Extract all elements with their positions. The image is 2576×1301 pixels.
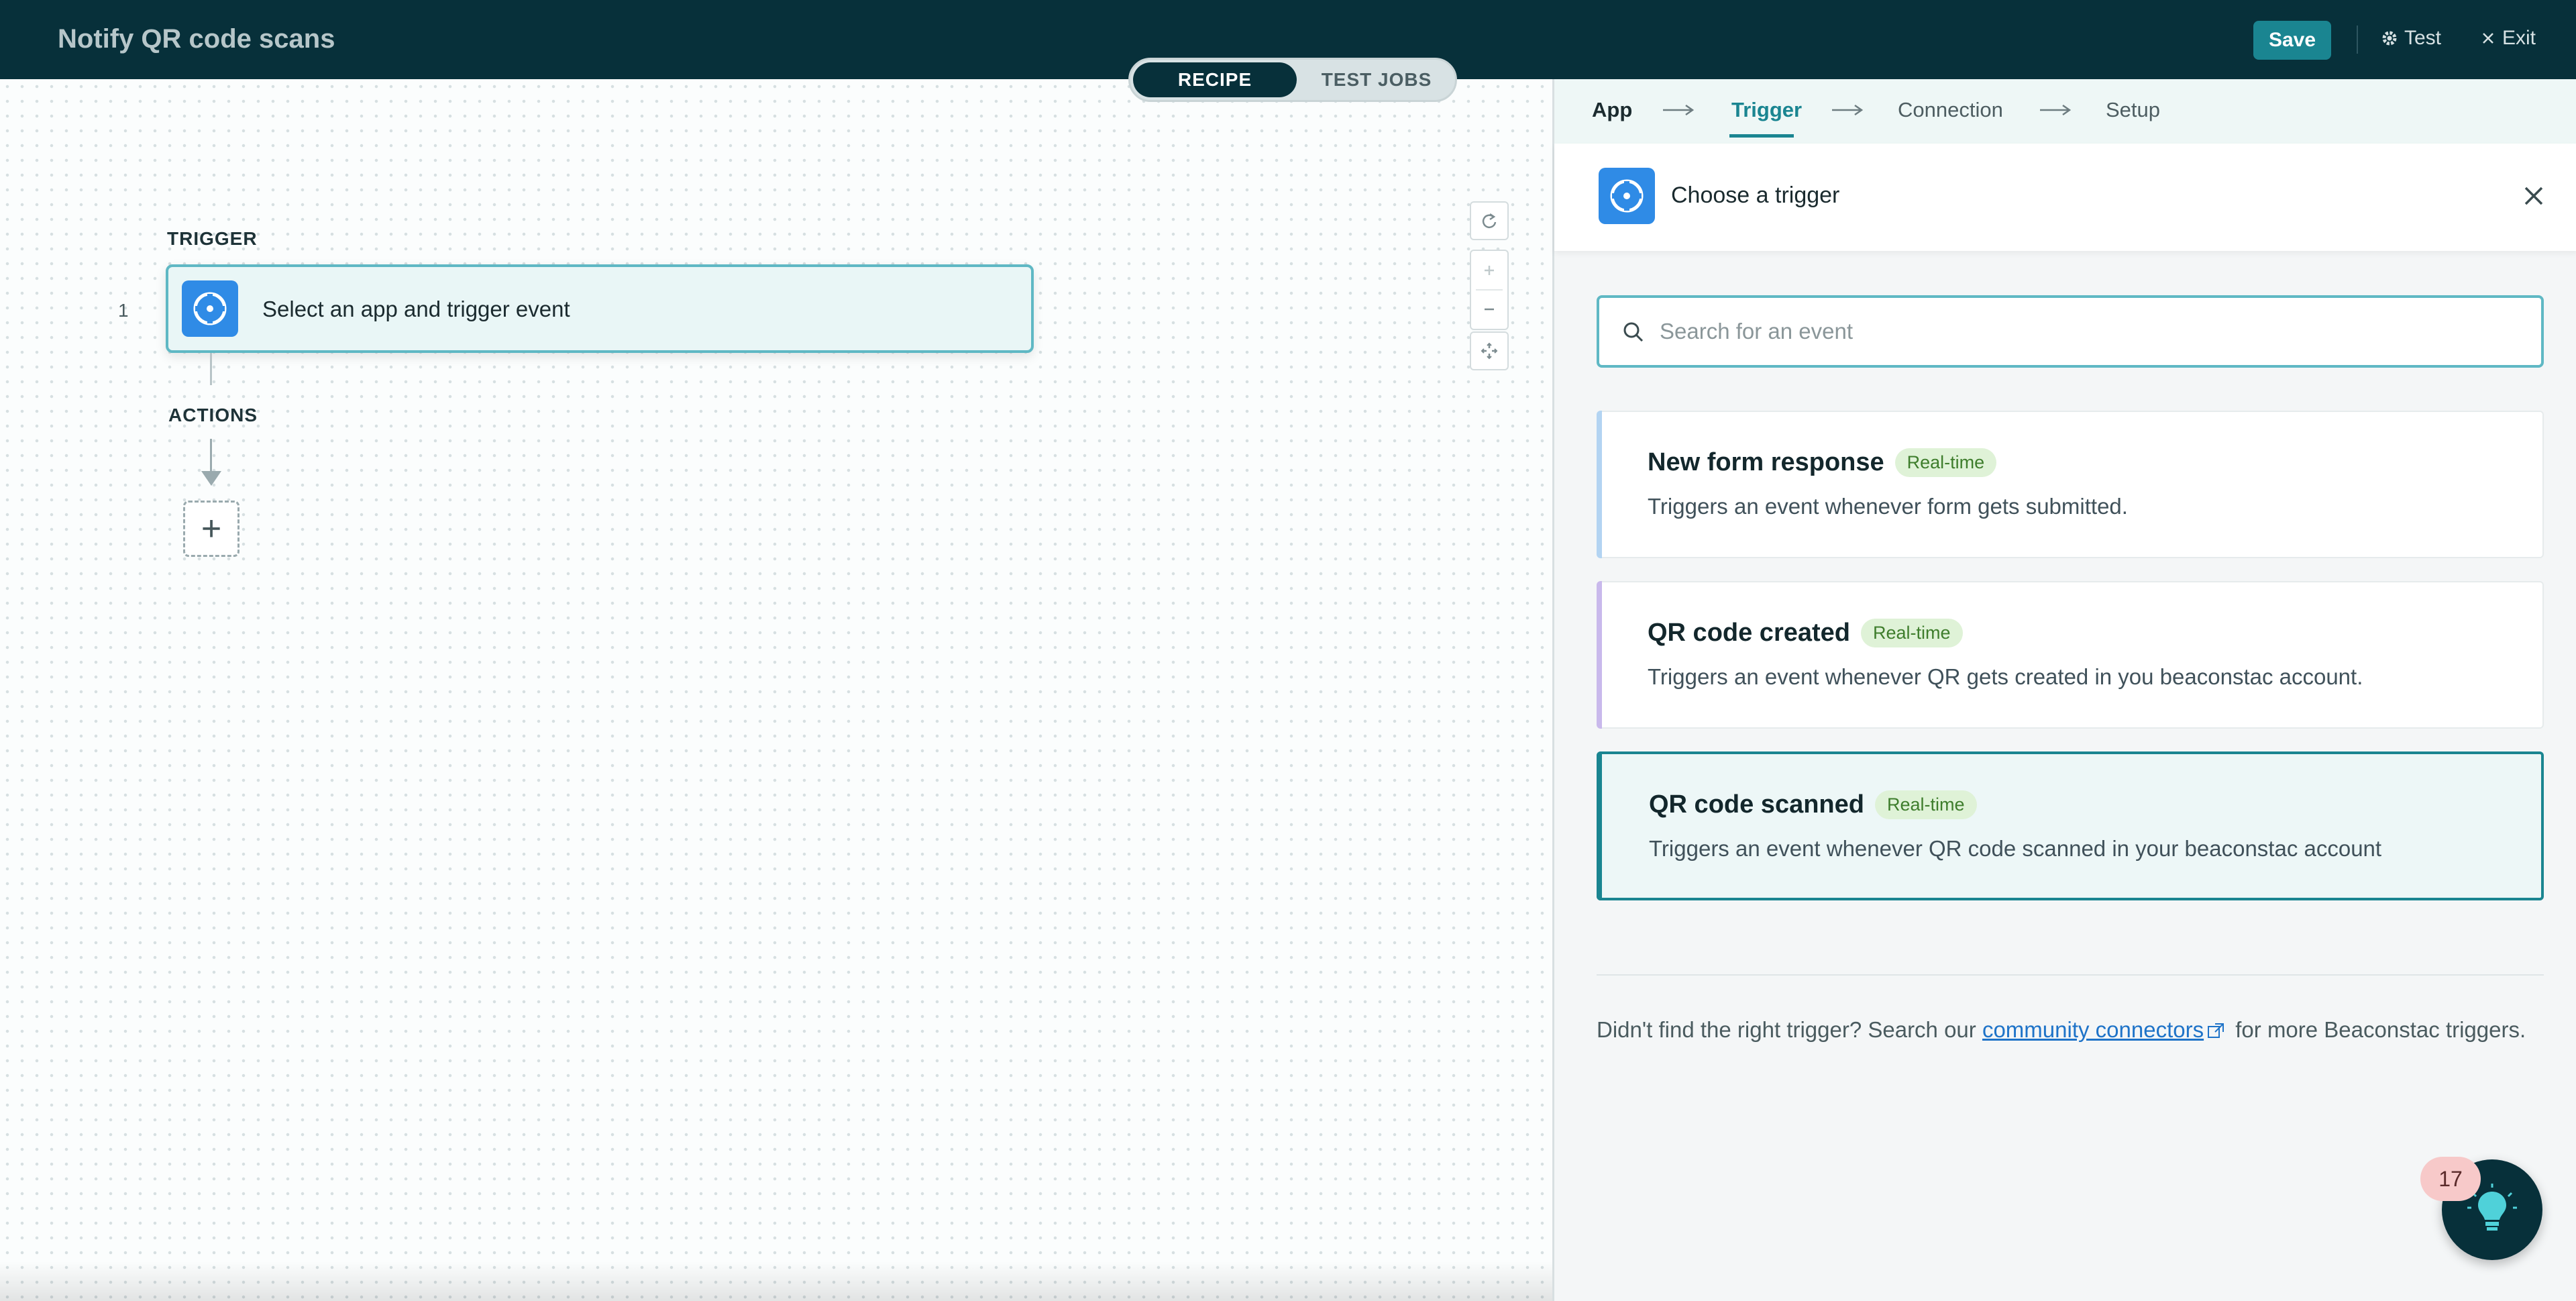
- arrow-right-icon: [1663, 104, 1695, 116]
- event-search-box[interactable]: [1597, 295, 2544, 368]
- step-setup[interactable]: Setup: [2106, 98, 2160, 122]
- event-description: Triggers an event whenever QR code scann…: [1649, 836, 2382, 861]
- exit-button[interactable]: Exit: [2481, 27, 2536, 50]
- section-divider: [1597, 974, 2544, 976]
- canvas-bottom-shadow: [0, 1261, 1552, 1301]
- gear-icon: [2382, 31, 2397, 46]
- step-connector-line: [210, 353, 212, 385]
- event-description: Triggers an event whenever form gets sub…: [1648, 494, 2128, 519]
- event-title-row: New form response Real-time: [1648, 448, 1997, 477]
- event-accent-bar: [1597, 411, 1602, 558]
- event-title: QR code scanned: [1649, 790, 1864, 819]
- event-description: Triggers an event whenever QR gets creat…: [1648, 664, 2363, 689]
- minus-icon: [1485, 309, 1494, 311]
- event-card-new-form-response[interactable]: New form response Real-time Triggers an …: [1597, 411, 2544, 558]
- panel-header: Choose a trigger: [1554, 144, 2576, 251]
- search-input[interactable]: [1658, 298, 2530, 365]
- reset-icon: [1482, 213, 1497, 228]
- zoom-out-button[interactable]: [1481, 291, 1497, 329]
- actions-arrow-line: [210, 439, 212, 472]
- reset-view-button[interactable]: [1470, 201, 1509, 240]
- mode-toggle[interactable]: RECIPE TEST JOBS: [1128, 58, 1457, 102]
- realtime-badge: Real-time: [1894, 448, 1997, 477]
- recipe-canvas[interactable]: [0, 79, 1552, 1301]
- panel-title: Choose a trigger: [1671, 183, 1840, 208]
- arrow-right-icon: [1832, 104, 1864, 116]
- step-app[interactable]: App: [1592, 98, 1632, 122]
- community-connectors-note: Didn't find the right trigger? Search ou…: [1597, 1012, 2549, 1048]
- plus-icon: [1485, 265, 1494, 275]
- trigger-step-card[interactable]: Select an app and trigger event: [166, 264, 1034, 353]
- event-card-qr-code-created[interactable]: QR code created Real-time Triggers an ev…: [1597, 581, 2544, 729]
- fit-view-button[interactable]: [1470, 331, 1509, 370]
- event-title: New form response: [1648, 448, 1884, 476]
- zoom-in-button[interactable]: [1481, 251, 1497, 289]
- step-number: 1: [118, 300, 129, 321]
- event-card-qr-code-scanned[interactable]: QR code scanned Real-time Triggers an ev…: [1597, 751, 2544, 900]
- realtime-badge: Real-time: [1861, 619, 1963, 647]
- close-icon[interactable]: [2520, 183, 2547, 209]
- trigger-placeholder-text: Select an app and trigger event: [262, 297, 570, 321]
- community-connectors-link[interactable]: community connectors: [1982, 1017, 2204, 1042]
- add-action-button[interactable]: +: [183, 501, 239, 557]
- plus-icon: +: [201, 509, 222, 548]
- beaconstac-app-icon: [182, 280, 238, 337]
- event-accent-bar: [1597, 751, 1602, 900]
- exit-label: Exit: [2502, 27, 2536, 49]
- footnote-suffix: for more Beaconstac triggers.: [2229, 1017, 2526, 1042]
- realtime-badge: Real-time: [1874, 790, 1977, 819]
- zoom-controls: [1470, 250, 1509, 330]
- wizard-steps-bar: App Trigger Connection Setup: [1554, 79, 2576, 144]
- fit-view-icon: [1481, 342, 1498, 360]
- active-step-underline: [1729, 134, 1794, 138]
- test-button[interactable]: Test: [2381, 27, 2441, 50]
- trigger-section-label: TRIGGER: [167, 228, 258, 249]
- tab-recipe[interactable]: RECIPE: [1133, 62, 1297, 97]
- actions-arrow-head: [201, 471, 221, 486]
- notification-count-badge: 17: [2420, 1157, 2481, 1201]
- external-link-icon: [2208, 1023, 2224, 1038]
- event-title-row: QR code scanned Real-time: [1649, 790, 1977, 819]
- header-divider: [2357, 25, 2358, 54]
- footnote-prefix: Didn't find the right trigger? Search ou…: [1597, 1017, 1982, 1042]
- event-title-row: QR code created Real-time: [1648, 619, 1963, 647]
- search-icon: [1623, 322, 1644, 342]
- step-connection[interactable]: Connection: [1898, 98, 2003, 122]
- test-label: Test: [2404, 27, 2442, 49]
- event-title: QR code created: [1648, 619, 1850, 647]
- recipe-title[interactable]: Notify QR code scans: [58, 24, 335, 54]
- arrow-right-icon: [2040, 104, 2072, 116]
- beaconstac-app-icon: [1599, 168, 1655, 224]
- actions-section-label: ACTIONS: [168, 405, 258, 425]
- step-trigger[interactable]: Trigger: [1731, 98, 1802, 122]
- event-accent-bar: [1597, 581, 1602, 729]
- tab-test-jobs[interactable]: TEST JOBS: [1302, 62, 1451, 97]
- save-button[interactable]: Save: [2253, 21, 2331, 60]
- close-icon: [2483, 33, 2493, 44]
